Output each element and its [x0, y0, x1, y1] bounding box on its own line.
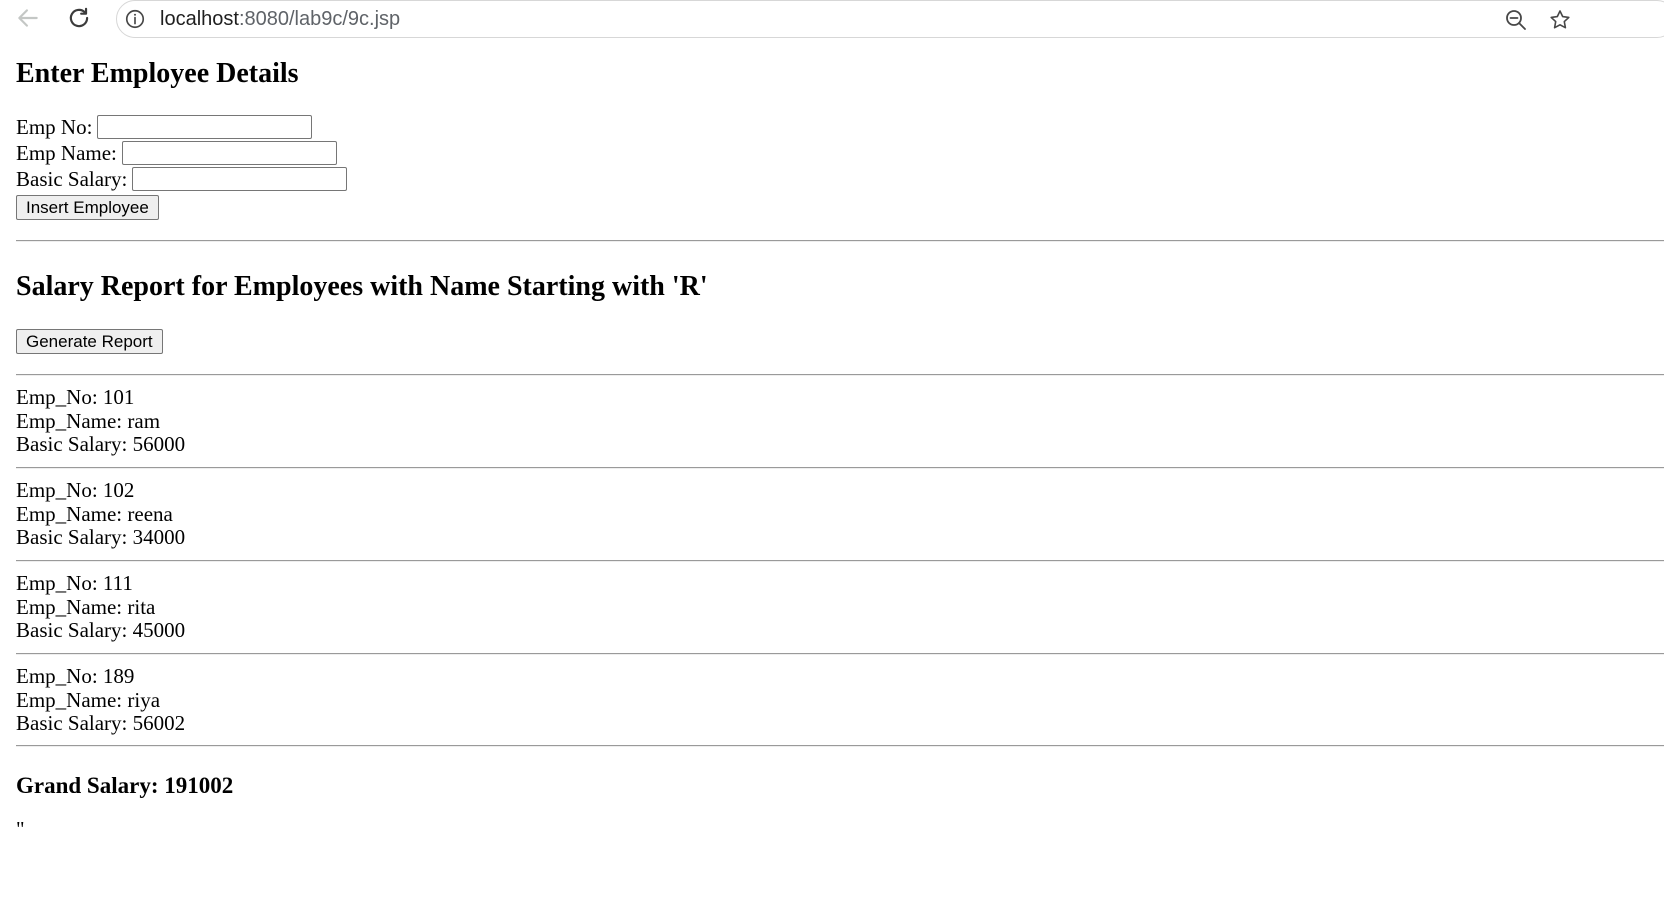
record-emp-name: Emp_Name: riya [16, 687, 161, 712]
reload-icon [69, 7, 89, 28]
record-emp-name: Emp_Name: rita [16, 594, 156, 619]
basic-salary-label: Basic Salary: [16, 167, 128, 191]
divider [16, 467, 1664, 469]
record-emp-no: Emp_No: 189 [16, 664, 135, 688]
record-emp-name: Emp_Name: ram [16, 408, 161, 433]
info-icon [125, 9, 145, 29]
url-text[interactable]: localhost:8080/lab9c/9c.jsp [160, 7, 400, 31]
record-basic-salary: Basic Salary: 56000 [16, 432, 186, 456]
grand-salary-total: Grand Salary: 191002 [16, 773, 234, 798]
employee-record: Emp_No: 111 Emp_Name: rita Basic Salary:… [16, 571, 186, 643]
back-button[interactable] [12, 2, 44, 34]
generate-report-button[interactable]: Generate Report [16, 329, 163, 354]
employee-record: Emp_No: 101 Emp_Name: ram Basic Salary: … [16, 385, 186, 457]
url-path: :8080/lab9c/9c.jsp [238, 8, 401, 30]
emp-no-row: Emp No: [16, 114, 347, 140]
insert-heading: Enter Employee Details [16, 58, 299, 89]
page-viewport: Enter Employee Details Emp No: Emp Name:… [0, 42, 1664, 900]
basic-salary-input[interactable] [132, 167, 348, 191]
url-host: localhost [160, 8, 239, 30]
insert-employee-button[interactable]: Insert Employee [16, 195, 159, 220]
divider [16, 374, 1664, 376]
browser-toolbar: localhost:8080/lab9c/9c.jsp [0, 0, 1664, 42]
divider [16, 653, 1664, 655]
zoom-button[interactable] [1502, 6, 1530, 34]
employee-record: Emp_No: 189 Emp_Name: riya Basic Salary:… [16, 664, 186, 736]
reload-button[interactable] [63, 2, 95, 34]
divider [16, 240, 1664, 242]
zoom-out-icon [1506, 10, 1526, 30]
record-emp-no: Emp_No: 111 [16, 571, 133, 595]
divider [16, 560, 1664, 562]
emp-name-label: Emp Name: [16, 141, 117, 165]
record-emp-name: Emp_Name: reena [16, 501, 173, 526]
report-heading: Salary Report for Employees with Name St… [16, 271, 708, 302]
record-basic-salary: Basic Salary: 45000 [16, 618, 186, 642]
record-emp-no: Emp_No: 101 [16, 385, 135, 409]
employee-record: Emp_No: 102 Emp_Name: reena Basic Salary… [16, 478, 186, 550]
bookmark-button[interactable] [1546, 6, 1574, 34]
site-info-button[interactable] [123, 7, 147, 31]
star-icon [1550, 10, 1570, 29]
emp-no-input[interactable] [97, 115, 313, 139]
divider [16, 745, 1664, 747]
back-arrow-icon [18, 9, 38, 27]
record-basic-salary: Basic Salary: 34000 [16, 525, 186, 549]
emp-name-row: Emp Name: [16, 140, 347, 166]
basic-salary-row: Basic Salary: [16, 166, 348, 192]
record-emp-no: Emp_No: 102 [16, 478, 135, 502]
trailing-text: " [16, 817, 25, 841]
record-basic-salary: Basic Salary: 56002 [16, 711, 186, 735]
employee-form: Emp No: Emp Name: Basic Salary: [16, 114, 348, 192]
emp-no-label: Emp No: [16, 115, 93, 139]
emp-name-input[interactable] [121, 141, 337, 165]
